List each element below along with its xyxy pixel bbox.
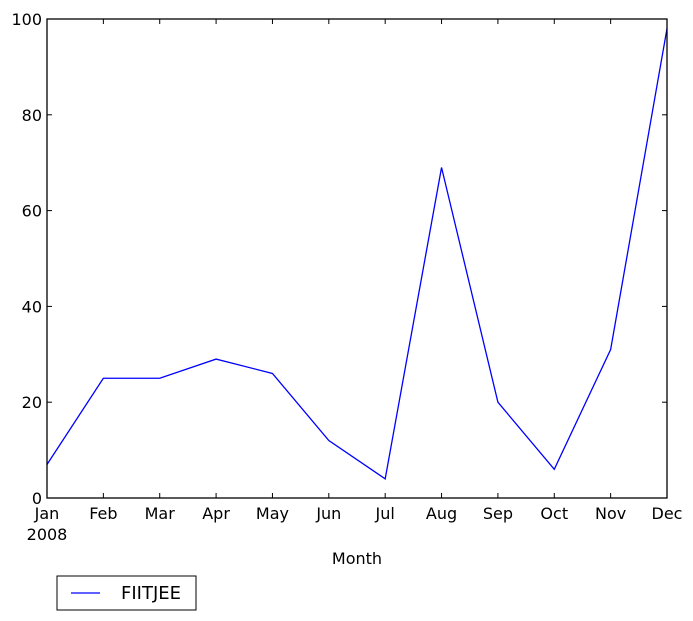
x-axis-label: Month [332, 549, 382, 568]
y-tick-label: 100 [11, 10, 42, 29]
legend: FIITJEE [56, 575, 197, 611]
x-axis-sublabel: 2008 [27, 525, 68, 544]
x-tick-label: Oct [540, 504, 568, 523]
series-line-fiitjee [46, 28, 668, 480]
line-chart: Jan Feb Mar Apr May Jun Jul Aug Sep Oct Nov Dec0204… [11, 10, 682, 611]
x-tick-label: Nov [595, 504, 626, 523]
x-tick-label: Jun [315, 504, 341, 523]
legend-label: FIITJEE [121, 583, 181, 604]
y-tick-label: 20 [22, 393, 42, 412]
y-tick-label: 80 [22, 106, 42, 125]
x-tick-label: Sep [483, 504, 513, 523]
y-tick-label: 60 [22, 202, 42, 221]
labels-layer: Jan Feb Mar Apr May Jun Jul Aug Sep Oct Nov Dec0204… [11, 10, 682, 523]
x-tick-label: Jul [375, 504, 395, 523]
x-tick-label: Apr [202, 504, 230, 523]
x-tick-label: Aug [426, 504, 457, 523]
x-tick-label: Feb [89, 504, 117, 523]
x-tick-label: Mar [145, 504, 176, 523]
x-tick-label: May [256, 504, 289, 523]
y-tick-label: 40 [22, 297, 42, 316]
x-tick-label: Dec [652, 504, 683, 523]
y-tick-label: 0 [32, 489, 42, 508]
series-layer [46, 28, 668, 480]
